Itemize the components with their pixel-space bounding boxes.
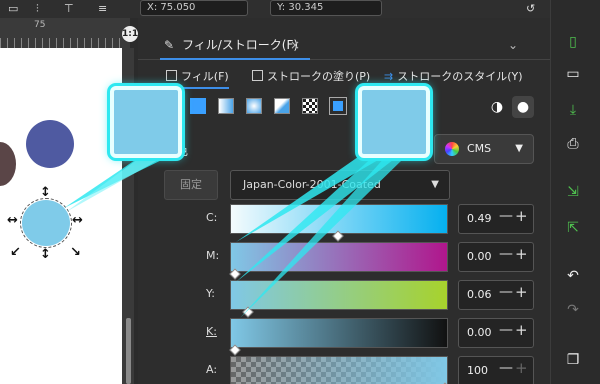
cmyk-color-callout [358, 86, 430, 158]
right-beam-3 [240, 156, 404, 318]
app-window: ▭ ⫶ ⊤ ≡ X: 75.050 Y: 30.345 ↺ ‹ 75 1:1 ↔… [0, 0, 600, 384]
fill-color-callout [110, 86, 182, 158]
callout-beams [64, 150, 404, 318]
